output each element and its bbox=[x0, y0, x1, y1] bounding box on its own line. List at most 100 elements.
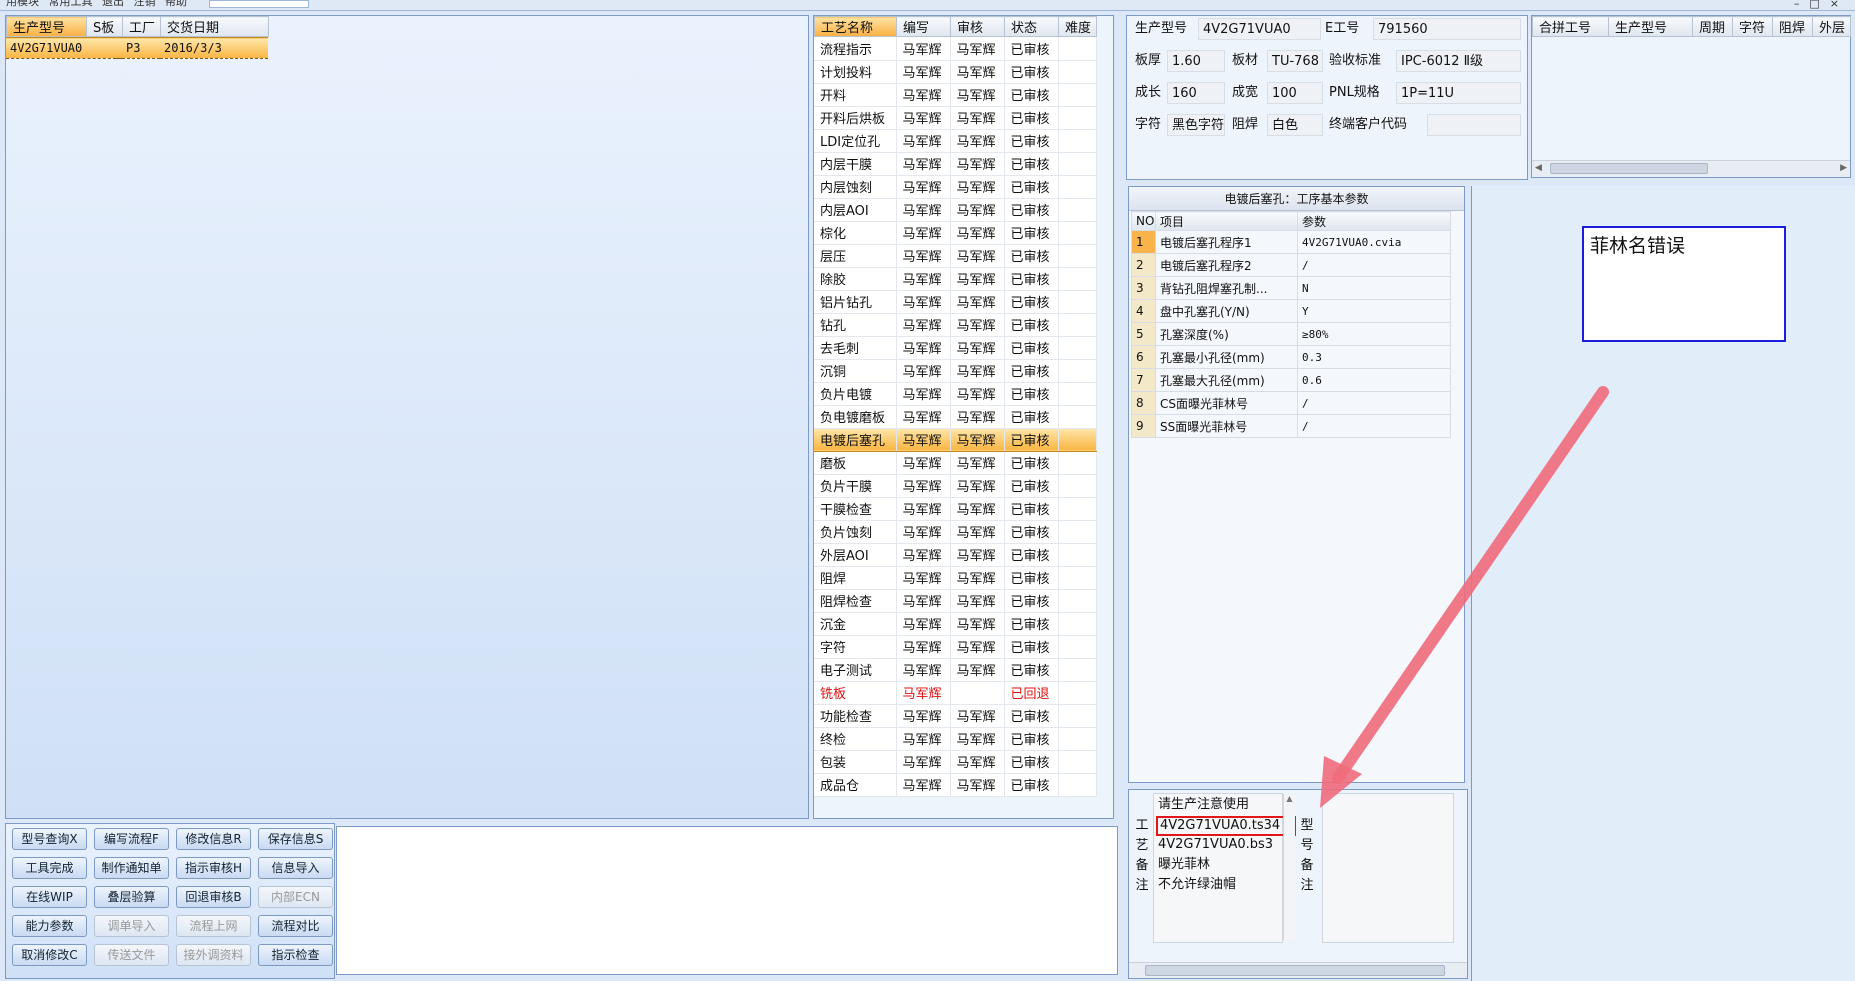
col-header-item[interactable]: 项目 bbox=[1155, 211, 1298, 231]
menu-item-help[interactable]: 帮助 bbox=[165, 0, 187, 8]
col-header-delivery-date[interactable]: 交货日期 bbox=[160, 16, 269, 37]
process-row[interactable]: 成品仓 马军辉 马军辉 已审核 bbox=[814, 773, 1097, 797]
menu-item-logout[interactable]: 注销 bbox=[134, 0, 156, 8]
flow-upload-button[interactable]: 流程上网 bbox=[176, 915, 251, 937]
character-field[interactable]: 黑色字符 bbox=[1167, 114, 1225, 136]
col-header-no[interactable]: NO bbox=[1131, 211, 1156, 231]
col-header-s-board[interactable]: S板 bbox=[86, 16, 123, 37]
instruction-review-button[interactable]: 指示审核H bbox=[176, 857, 251, 879]
process-row[interactable]: 沉金 马军辉 马军辉 已审核 bbox=[814, 612, 1097, 636]
stack-check-button[interactable]: 叠层验算 bbox=[94, 886, 169, 908]
step-param-row[interactable]: 8 CS面曝光菲林号 / bbox=[1131, 391, 1451, 415]
internal-ecn-button[interactable]: 内部ECN bbox=[258, 886, 333, 908]
solder-mask-field[interactable]: 白色 bbox=[1267, 114, 1323, 136]
process-row[interactable]: 流程指示 马军辉 马军辉 已审核 bbox=[814, 37, 1097, 61]
process-row[interactable]: 阻焊检查 马军辉 马军辉 已审核 bbox=[814, 589, 1097, 613]
combine-hscrollbar[interactable]: ◀ ▶ bbox=[1532, 160, 1850, 177]
restore-icon[interactable]: □ bbox=[1809, 0, 1829, 10]
col-header-difficulty[interactable]: 难度 bbox=[1058, 16, 1097, 37]
col-header-reviewer[interactable]: 审核 bbox=[950, 16, 1005, 37]
process-row[interactable]: 铣板 马军辉 已回退 bbox=[814, 681, 1097, 705]
process-row[interactable]: 字符 马军辉 马军辉 已审核 bbox=[814, 635, 1097, 659]
process-row[interactable]: 计划投料 马军辉 马军辉 已审核 bbox=[814, 60, 1097, 84]
process-row[interactable]: 负片蚀刻 马军辉 马军辉 已审核 bbox=[814, 520, 1097, 544]
process-row[interactable]: 包装 马军辉 马军辉 已审核 bbox=[814, 750, 1097, 774]
message-area[interactable] bbox=[336, 826, 1118, 975]
length-field[interactable]: 160 bbox=[1167, 82, 1225, 104]
menu-search-box[interactable] bbox=[208, 0, 309, 8]
online-wip-button[interactable]: 在线WIP bbox=[12, 886, 87, 908]
cancel-modify-button[interactable]: 取消修改C bbox=[12, 944, 87, 966]
order-import-button[interactable]: 调单导入 bbox=[94, 915, 169, 937]
tool-done-button[interactable]: 工具完成 bbox=[12, 857, 87, 879]
process-row[interactable]: 钻孔 马军辉 马军辉 已审核 bbox=[814, 313, 1097, 337]
save-info-button[interactable]: 保存信息S bbox=[258, 828, 333, 850]
col-header-param[interactable]: 参数 bbox=[1297, 211, 1451, 231]
process-row[interactable]: LDI定位孔 马军辉 马军辉 已审核 bbox=[814, 129, 1097, 153]
col-header-status[interactable]: 状态 bbox=[1004, 16, 1059, 37]
col-header-outer[interactable]: 外层 bbox=[1812, 16, 1851, 37]
process-row[interactable]: 负片电镀 马军辉 马军辉 已审核 bbox=[814, 382, 1097, 406]
combine-scroll-thumb[interactable] bbox=[1550, 163, 1708, 174]
flow-compare-button[interactable]: 流程对比 bbox=[258, 915, 333, 937]
col-header-combine-model[interactable]: 生产型号 bbox=[1608, 16, 1693, 37]
modify-info-button[interactable]: 修改信息R bbox=[176, 828, 251, 850]
process-row[interactable]: 开料后烘板 马军辉 马军辉 已审核 bbox=[814, 106, 1097, 130]
process-row[interactable]: 负电镀磨板 马军辉 马军辉 已审核 bbox=[814, 405, 1097, 429]
process-row[interactable]: 干膜检查 马军辉 马军辉 已审核 bbox=[814, 497, 1097, 521]
scroll-up-icon[interactable]: ▲ bbox=[1284, 794, 1295, 803]
process-row[interactable]: 外层AOI 马军辉 马军辉 已审核 bbox=[814, 543, 1097, 567]
process-row[interactable]: 内层干膜 马军辉 马军辉 已审核 bbox=[814, 152, 1097, 176]
col-header-process-name[interactable]: 工艺名称 bbox=[814, 16, 897, 37]
order-row[interactable]: 4V2G71VUA0 P3 2016/3/3 bbox=[6, 37, 268, 59]
scroll-left-icon[interactable]: ◀ bbox=[1535, 163, 1542, 173]
width-field[interactable]: 100 bbox=[1267, 82, 1323, 104]
pnl-field[interactable]: 1P=11U bbox=[1396, 82, 1521, 104]
material-field[interactable]: TU-768 bbox=[1267, 50, 1323, 72]
minimize-icon[interactable]: – bbox=[1794, 0, 1810, 10]
step-param-row[interactable]: 7 孔塞最大孔径(mm) 0.6 bbox=[1131, 368, 1451, 392]
make-notice-button[interactable]: 制作通知单 bbox=[94, 857, 169, 879]
model-field[interactable]: 4V2G71VUA0 bbox=[1198, 18, 1321, 40]
process-row[interactable]: 除胶 马军辉 马军辉 已审核 bbox=[814, 267, 1097, 291]
step-param-row[interactable]: 4 盘中孔塞孔(Y/N) Y bbox=[1131, 299, 1451, 323]
process-row[interactable]: 沉铜 马军辉 马军辉 已审核 bbox=[814, 359, 1097, 383]
step-param-row[interactable]: 6 孔塞最小孔径(mm) 0.3 bbox=[1131, 345, 1451, 369]
col-header-model[interactable]: 生产型号 bbox=[6, 16, 87, 37]
step-param-row[interactable]: 2 电镀后塞孔程序2/ bbox=[1131, 253, 1451, 277]
col-header-solder[interactable]: 阻焊 bbox=[1772, 16, 1813, 37]
step-param-row[interactable]: 9 SS面曝光菲林号 / bbox=[1131, 414, 1451, 438]
process-row[interactable]: 阻焊 马军辉 马军辉 已审核 bbox=[814, 566, 1097, 590]
step-param-row[interactable]: 1 电镀后塞孔程序1 4V2G71VUA0.cvia bbox=[1131, 230, 1451, 254]
process-row[interactable]: 棕化 马军辉 马军辉 已审核 bbox=[814, 221, 1097, 245]
send-file-button[interactable]: 传送文件 bbox=[94, 944, 169, 966]
model-query-button[interactable]: 型号查询X bbox=[12, 828, 87, 850]
process-row[interactable]: 电子测试 马军辉 马军辉 已审核 bbox=[814, 658, 1097, 682]
process-row[interactable]: 磨板 马军辉 马军辉 已审核 bbox=[814, 451, 1097, 475]
process-row[interactable]: 内层蚀刻 马军辉 马军辉 已审核 bbox=[814, 175, 1097, 199]
process-row[interactable]: 功能检查 马军辉 马军辉 已审核 bbox=[814, 704, 1097, 728]
process-row[interactable]: 终检 马军辉 马军辉 已审核 bbox=[814, 727, 1097, 751]
notes-hscrollbar[interactable] bbox=[1129, 962, 1467, 978]
receive-data-button[interactable]: 接外调资料 bbox=[176, 944, 251, 966]
menu-item-exit[interactable]: 退出 bbox=[102, 0, 124, 8]
customer-code-field[interactable] bbox=[1427, 114, 1521, 136]
info-import-button[interactable]: 信息导入 bbox=[258, 857, 333, 879]
craft-notes-scrollbar[interactable]: ▲ bbox=[1283, 794, 1295, 940]
menu-item-modules[interactable]: 用模块 bbox=[6, 0, 39, 8]
standard-field[interactable]: IPC-6012 Ⅱ级 bbox=[1396, 50, 1521, 72]
step-param-row[interactable]: 5 孔塞深度(%) ≥80% bbox=[1131, 322, 1451, 346]
notes-scroll-thumb[interactable] bbox=[1145, 965, 1445, 976]
process-row[interactable]: 内层AOI 马军辉 马军辉 已审核 bbox=[814, 198, 1097, 222]
step-param-row[interactable]: 3 背钻孔阻焊塞孔制... N bbox=[1131, 276, 1451, 300]
type-notes-area[interactable] bbox=[1322, 793, 1454, 943]
process-row[interactable]: 铝片钻孔 马军辉 马军辉 已审核 bbox=[814, 290, 1097, 314]
menu-item-tools[interactable]: 常用工具 bbox=[49, 0, 93, 8]
scroll-right-icon[interactable]: ▶ bbox=[1840, 163, 1847, 173]
process-row[interactable]: 负片干膜 马军辉 马军辉 已审核 bbox=[814, 474, 1097, 498]
process-row[interactable]: 层压 马军辉 马军辉 已审核 bbox=[814, 244, 1097, 268]
col-header-combine-job[interactable]: 合拼工号 bbox=[1532, 16, 1609, 37]
process-row[interactable]: 电镀后塞孔 马军辉 马军辉 已审核 bbox=[814, 427, 1097, 452]
process-row[interactable]: 去毛刺 马军辉 马军辉 已审核 bbox=[814, 336, 1097, 360]
thickness-field[interactable]: 1.60 bbox=[1167, 50, 1225, 72]
